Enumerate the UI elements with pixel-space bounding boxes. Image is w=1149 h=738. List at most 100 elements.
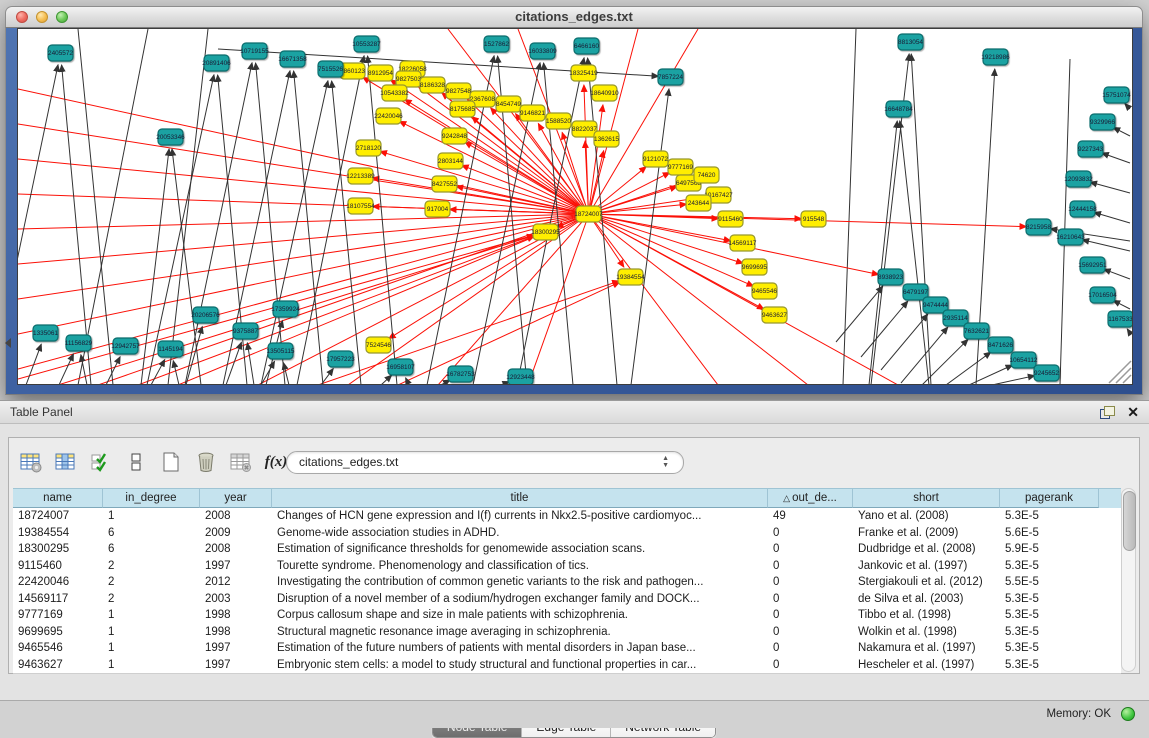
network-node[interactable]: 22420046 <box>374 108 403 124</box>
table-scrollbar-thumb[interactable] <box>1123 491 1136 551</box>
row-height-icon[interactable] <box>123 449 149 475</box>
network-node[interactable]: 10543382 <box>380 85 409 101</box>
network-node[interactable]: 15692951 <box>1078 257 1107 273</box>
resize-grip-icon[interactable] <box>1116 368 1131 383</box>
column-header-name[interactable]: name <box>13 489 103 508</box>
delete-table-icon[interactable] <box>193 449 219 475</box>
network-node[interactable]: 13505115 <box>267 343 295 359</box>
network-node[interactable]: 8454749 <box>496 96 521 112</box>
network-node[interactable]: 6466160 <box>574 38 599 54</box>
citation-network-graph[interactable]: 1872400718300295193845549121072977716964… <box>18 29 1132 384</box>
network-node[interactable]: 9465546 <box>752 283 777 299</box>
network-node[interactable]: 8912954 <box>368 65 393 81</box>
network-node[interactable]: 16648784 <box>884 101 913 117</box>
network-node[interactable]: 8813054 <box>898 34 923 50</box>
table-row[interactable]: 1456911722003Disruption of a novel membe… <box>13 591 1121 608</box>
network-node[interactable]: 9245652 <box>1034 365 1059 381</box>
network-node[interactable]: 9699695 <box>742 259 767 275</box>
network-canvas[interactable]: 1872400718300295193845549121072977716964… <box>17 28 1133 385</box>
network-node[interactable]: 20206576 <box>191 307 220 323</box>
resize-grip-icon[interactable] <box>1123 375 1131 383</box>
network-node[interactable]: 19218986 <box>981 49 1010 65</box>
network-node[interactable]: 7632621 <box>964 323 989 339</box>
network-node[interactable]: 17957223 <box>326 351 355 367</box>
network-node[interactable]: 8186328 <box>420 77 445 93</box>
network-node[interactable]: 9329966 <box>1090 114 1115 130</box>
table-selector-dropdown[interactable]: citations_edges.txt ▲▼ <box>286 451 684 474</box>
table-row[interactable]: 2242004622012Investigating the contribut… <box>13 574 1121 591</box>
network-node[interactable]: 915548 <box>801 211 826 227</box>
column-header-year[interactable]: year <box>200 489 272 508</box>
window-titlebar[interactable]: citations_edges.txt <box>5 6 1143 28</box>
network-node[interactable]: 917004 <box>425 201 450 217</box>
network-node[interactable]: 11156829 <box>65 335 93 351</box>
network-node[interactable]: 8427552 <box>432 176 457 192</box>
network-node[interactable]: 16033809 <box>528 43 557 59</box>
network-node[interactable]: 1527862 <box>484 36 509 52</box>
show-columns-icon[interactable] <box>53 449 79 475</box>
float-panel-icon[interactable] <box>1100 406 1115 419</box>
network-node[interactable]: 15751074 <box>1102 87 1131 103</box>
network-node[interactable]: 16958107 <box>386 359 415 375</box>
panel-collapse-arrow-icon[interactable] <box>5 338 11 348</box>
close-window-button[interactable] <box>16 11 28 23</box>
column-header-out-de[interactable]: △out_de... <box>768 489 853 508</box>
network-node[interactable]: 9115460 <box>718 211 743 227</box>
network-node[interactable]: 9227343 <box>1078 141 1103 157</box>
column-header-title[interactable]: title <box>272 489 768 508</box>
network-node[interactable]: 16782753 <box>446 366 475 382</box>
table-row[interactable]: 1938455462009Genome-wide association stu… <box>13 525 1121 542</box>
network-node[interactable]: 7857224 <box>658 69 683 85</box>
network-node[interactable]: 12923448 <box>506 369 535 384</box>
column-header-pagerank[interactable]: pagerank <box>1000 489 1099 508</box>
table-row[interactable]: 911546021997Tourette syndrome. Phenomeno… <box>13 558 1121 575</box>
network-node[interactable]: 10719155 <box>240 43 269 59</box>
network-node[interactable]: 12942757 <box>111 338 140 354</box>
network-node[interactable]: 18300295 <box>531 224 560 240</box>
network-node[interactable]: 16671358 <box>278 51 307 67</box>
network-node[interactable]: 20891406 <box>202 55 231 71</box>
network-node[interactable]: 10553287 <box>352 36 381 52</box>
network-node[interactable]: 2803144 <box>438 153 463 169</box>
network-node[interactable]: 18724007 <box>574 206 603 222</box>
network-node[interactable]: 1145194 <box>158 341 183 357</box>
network-node[interactable]: 1335061 <box>33 325 58 341</box>
minimize-window-button[interactable] <box>36 11 48 23</box>
network-node[interactable]: 7515526 <box>318 61 343 77</box>
network-node[interactable]: 17359924 <box>271 301 300 317</box>
network-node[interactable]: 2935114 <box>943 310 968 326</box>
table-row[interactable]: 1872400712008Changes of HCN gene express… <box>13 508 1121 525</box>
table-row[interactable]: 977716911998Corpus callosum shape and si… <box>13 607 1121 624</box>
network-node[interactable]: 1167533 <box>1108 311 1132 327</box>
table-row[interactable]: 969969511998Structural magnetic resonanc… <box>13 624 1121 641</box>
table-settings-icon[interactable] <box>18 449 44 475</box>
network-node[interactable]: 10654112 <box>1010 352 1038 368</box>
table-row[interactable]: 946554611997Estimation of the future num… <box>13 640 1121 657</box>
network-node[interactable]: 74620 <box>694 167 719 183</box>
network-node[interactable]: 16210643 <box>1056 229 1085 245</box>
network-node[interactable]: 8215958 <box>1026 219 1051 235</box>
create-table-icon[interactable] <box>158 449 184 475</box>
network-node[interactable]: 9463627 <box>762 307 787 323</box>
network-node[interactable]: 20053346 <box>156 129 185 145</box>
network-node[interactable]: 8175685 <box>450 101 475 117</box>
network-node[interactable]: 14569117 <box>729 235 757 251</box>
network-node[interactable]: 2718120 <box>356 140 381 156</box>
network-node[interactable]: 12093832 <box>1064 171 1093 187</box>
table-scrollbar[interactable] <box>1121 488 1136 672</box>
network-node[interactable]: 9242848 <box>442 128 467 144</box>
network-node[interactable]: 12213389 <box>346 168 375 184</box>
network-node[interactable]: 18107554 <box>346 198 375 214</box>
column-header-in-degree[interactable]: in_degree <box>103 489 200 508</box>
zoom-window-button[interactable] <box>56 11 68 23</box>
network-node[interactable]: 2405572 <box>48 45 73 61</box>
select-rows-icon[interactable] <box>88 449 114 475</box>
network-node[interactable]: 1362615 <box>594 131 619 147</box>
network-node[interactable]: 12444158 <box>1068 201 1097 217</box>
table-row[interactable]: 946362711997Embryonic stem cells: a mode… <box>13 657 1121 674</box>
network-node[interactable]: 8938923 <box>878 269 903 285</box>
network-node[interactable]: 9375887 <box>233 323 258 339</box>
table-row[interactable]: 1830029562008Estimation of significance … <box>13 541 1121 558</box>
network-node[interactable]: 8471626 <box>988 337 1013 353</box>
network-node[interactable]: 9146821 <box>520 105 545 121</box>
